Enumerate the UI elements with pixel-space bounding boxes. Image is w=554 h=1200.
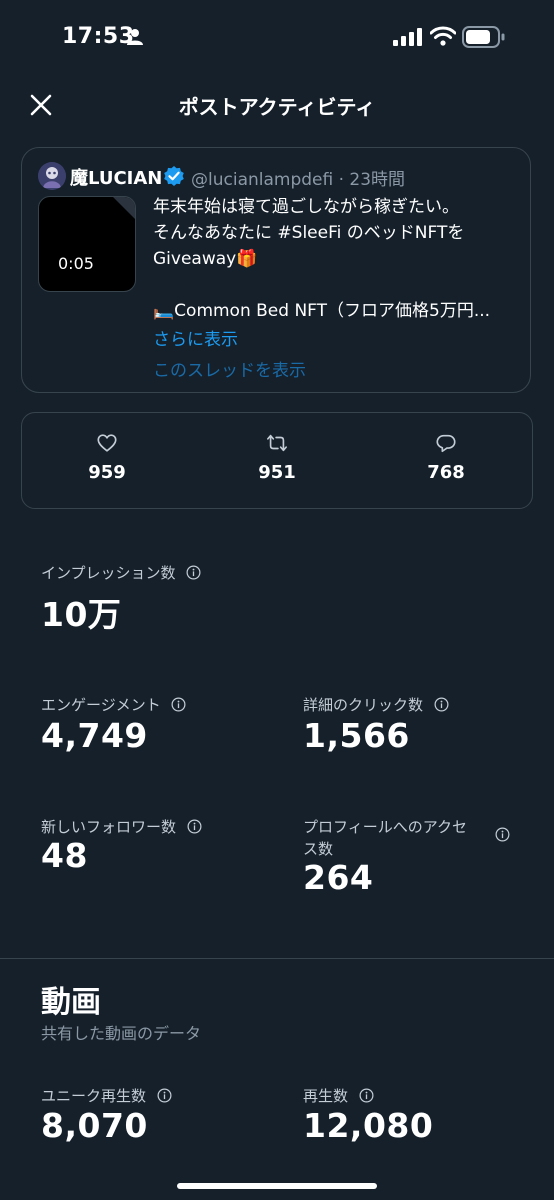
- views-label: 再生数: [303, 1085, 374, 1106]
- reposts-stat[interactable]: 951: [217, 432, 337, 483]
- info-icon[interactable]: [434, 697, 449, 712]
- new-followers-label: 新しいフォロワー数: [41, 816, 202, 837]
- profile-visits-label: プロフィールへのアクセ ス数: [303, 816, 467, 860]
- reply-icon: [436, 434, 456, 453]
- impressions-value: 10万: [41, 595, 122, 634]
- info-icon[interactable]: [495, 827, 510, 842]
- info-icon[interactable]: [187, 819, 202, 834]
- battery-icon: [462, 26, 505, 48]
- detail-clicks-label: 詳細のクリック数: [303, 694, 449, 715]
- profile-visits-label-line1: プロフィールへのアクセ: [303, 818, 467, 836]
- views-label-text: 再生数: [303, 1087, 349, 1105]
- likes-stat[interactable]: 959: [47, 432, 167, 483]
- info-icon[interactable]: [157, 1088, 172, 1103]
- signal-icon: [393, 28, 422, 46]
- show-thread-link[interactable]: このスレッドを表示: [153, 356, 306, 381]
- wifi-icon: [430, 26, 456, 46]
- show-more-link[interactable]: さらに表示: [153, 325, 238, 350]
- person-icon: [127, 29, 143, 45]
- status-time: 17:53: [62, 24, 135, 49]
- post-text-line: Giveaway🎁: [153, 249, 258, 269]
- author-name[interactable]: 魔LUCIAN: [70, 164, 162, 190]
- repost-icon: [267, 434, 287, 452]
- engagements-label-text: エンゲージメント: [41, 696, 161, 714]
- video-duration: 0:05: [58, 254, 94, 273]
- replies-stat[interactable]: 768: [386, 432, 506, 483]
- views-value: 12,080: [303, 1106, 434, 1145]
- post-text-line: 🛏️Common Bed NFT（フロア価格5万円...: [153, 301, 491, 321]
- impressions-label: インプレッション数: [41, 562, 201, 583]
- engagements-label: エンゲージメント: [41, 694, 186, 715]
- video-section-title: 動画: [41, 985, 101, 1020]
- video-section-subtitle: 共有した動画のデータ: [41, 1024, 202, 1043]
- unique-views-label: ユニーク再生数: [41, 1085, 172, 1106]
- profile-visits-value: 264: [303, 858, 374, 897]
- author-handle-time: @lucianlampdefi · 23時間: [191, 170, 406, 190]
- replies-count: 768: [427, 462, 465, 483]
- detail-clicks-value: 1,566: [303, 716, 410, 755]
- avatar[interactable]: [38, 162, 66, 190]
- new-followers-label-text: 新しいフォロワー数: [41, 818, 177, 836]
- post-text-line: 年末年始は寝て過ごしながら稼ぎたい。: [153, 197, 459, 217]
- impressions-label-text: インプレッション数: [41, 564, 176, 582]
- reposts-count: 951: [258, 462, 296, 483]
- info-icon[interactable]: [171, 697, 186, 712]
- profile-visits-label-line2: ス数: [303, 840, 334, 858]
- section-divider: [0, 958, 554, 959]
- verified-badge-icon: [164, 166, 184, 186]
- new-followers-value: 48: [41, 836, 88, 875]
- page-title: ポストアクティビティ: [178, 95, 376, 119]
- info-icon[interactable]: [186, 565, 201, 580]
- home-indicator[interactable]: [177, 1183, 377, 1189]
- video-thumbnail[interactable]: [38, 196, 136, 292]
- post-text-line: そんなあなたに #SleeFi のベッドNFTを: [153, 223, 465, 243]
- likes-count: 959: [88, 462, 126, 483]
- detail-clicks-label-text: 詳細のクリック数: [303, 696, 424, 714]
- heart-icon: [97, 434, 117, 452]
- unique-views-value: 8,070: [41, 1106, 148, 1145]
- unique-views-label-text: ユニーク再生数: [41, 1087, 147, 1105]
- engagements-value: 4,749: [41, 716, 148, 755]
- info-icon[interactable]: [359, 1088, 374, 1103]
